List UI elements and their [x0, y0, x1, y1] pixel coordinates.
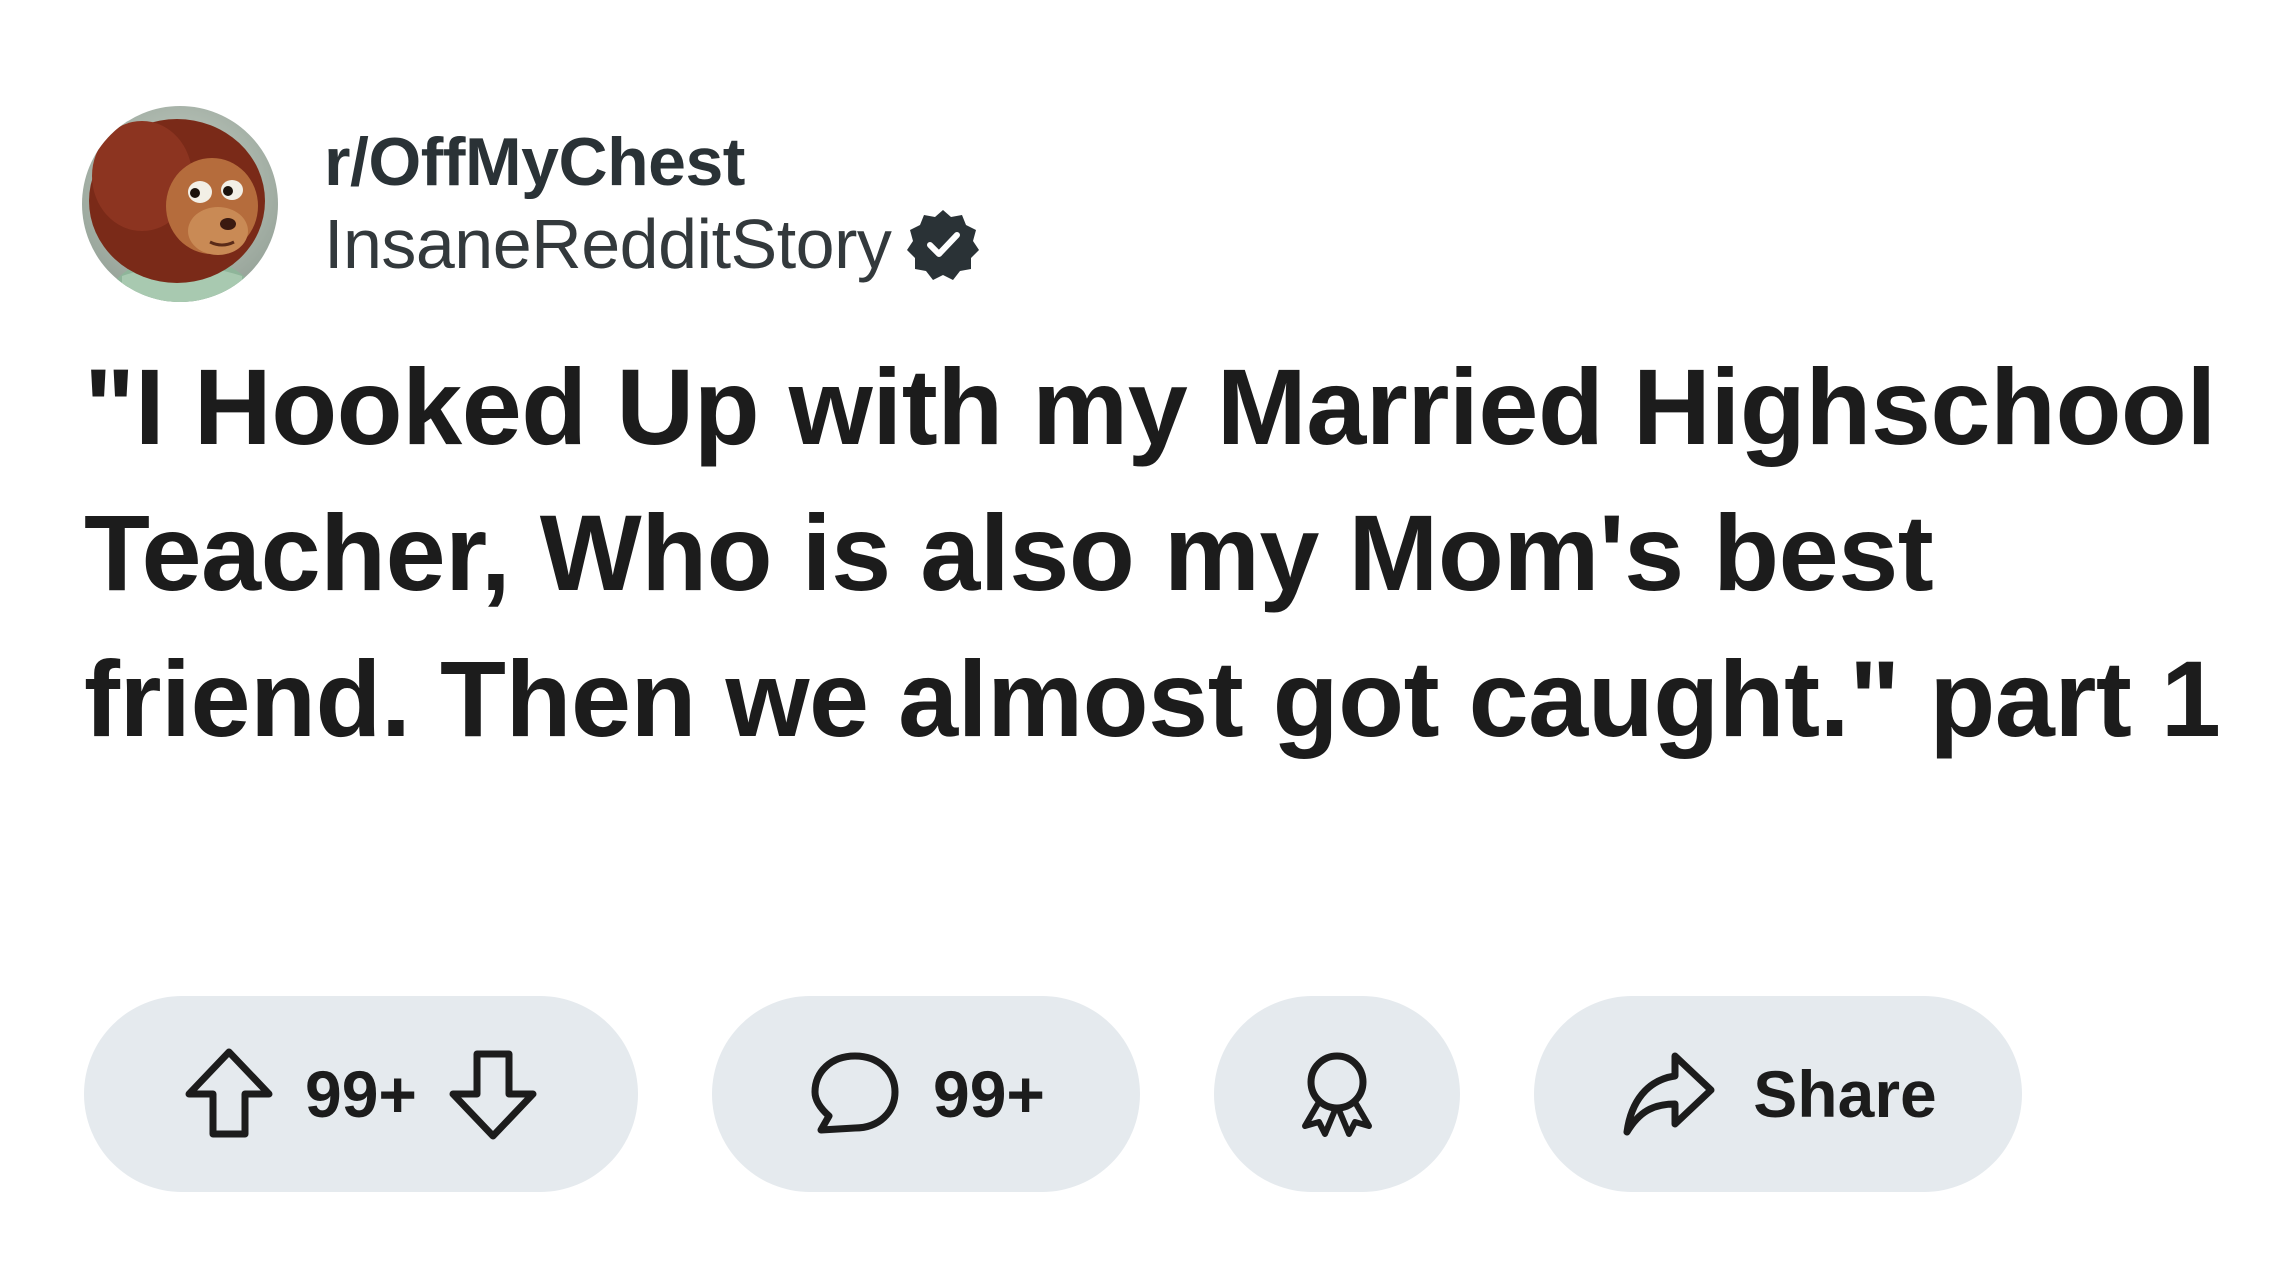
comments-button[interactable]: 99+ — [712, 996, 1140, 1192]
post-action-bar: 99+ 99+ Share — [84, 996, 2022, 1192]
share-arrow-icon — [1619, 1046, 1719, 1142]
post-meta: r/OffMyChest InsaneRedditStory — [324, 125, 981, 283]
share-button[interactable]: Share — [1534, 996, 2022, 1192]
award-ribbon-icon — [1289, 1046, 1385, 1142]
author-name[interactable]: InsaneRedditStory — [324, 205, 892, 283]
arrow-up-icon[interactable] — [181, 1046, 277, 1142]
monkey-puppet-avatar-image — [82, 106, 278, 302]
verified-badge-icon — [905, 206, 981, 282]
subreddit-avatar[interactable] — [82, 106, 278, 302]
subreddit-name[interactable]: r/OffMyChest — [324, 125, 981, 200]
speech-bubble-icon — [807, 1046, 903, 1142]
arrow-down-icon[interactable] — [445, 1046, 541, 1142]
vote-control: 99+ — [84, 996, 638, 1192]
vote-count: 99+ — [305, 1057, 417, 1131]
post-header: r/OffMyChest InsaneRedditStory — [82, 106, 981, 302]
author-row: InsaneRedditStory — [324, 205, 981, 283]
post-title[interactable]: "I Hooked Up with my Married Highschool … — [84, 334, 2244, 772]
comment-count: 99+ — [933, 1057, 1045, 1131]
share-label: Share — [1753, 1057, 1937, 1131]
award-button[interactable] — [1214, 996, 1460, 1192]
